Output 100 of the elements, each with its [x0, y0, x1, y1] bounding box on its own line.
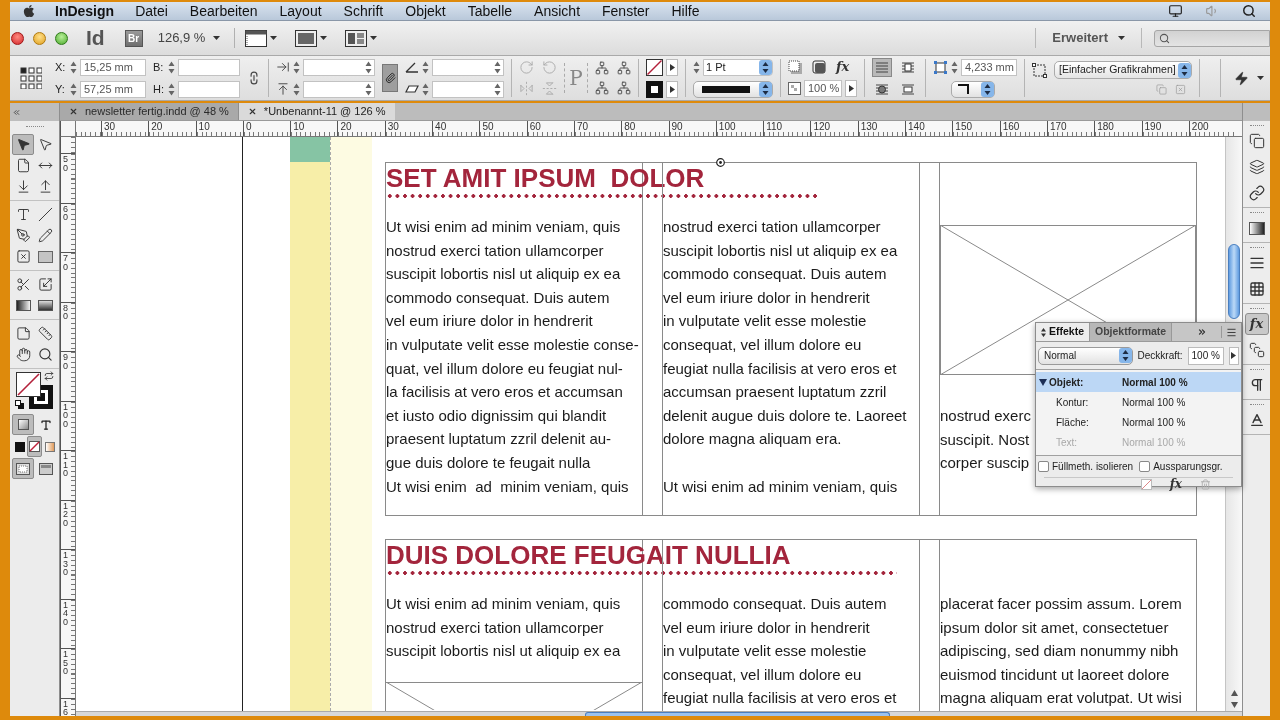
- shaded-square-icon[interactable]: [812, 59, 827, 75]
- stroke-weight-field[interactable]: 1 Pt: [703, 58, 773, 76]
- hierarchy-icon[interactable]: [617, 81, 631, 95]
- panel-tab[interactable]: Effekte: [1036, 323, 1089, 341]
- object-style-dropdown[interactable]: [Einfacher Grafikrahmen]: [1054, 61, 1192, 79]
- effect-row[interactable]: Kontur: Normal 100 %: [1036, 392, 1241, 412]
- hierarchy-icon[interactable]: [595, 61, 609, 75]
- spinner-arrows-icon[interactable]: [293, 82, 300, 96]
- width-field[interactable]: [178, 58, 240, 76]
- spinner-arrows-icon[interactable]: [168, 60, 175, 74]
- menu-item[interactable]: Ansicht: [534, 0, 581, 22]
- scale-x-field[interactable]: [303, 58, 375, 76]
- panel-button[interactable]: fx: [1244, 313, 1269, 335]
- arrange-documents-button[interactable]: [345, 29, 378, 47]
- lightning-icon[interactable]: [1234, 69, 1249, 87]
- reference-point-icon[interactable]: [20, 67, 42, 89]
- constrain-scale-button[interactable]: [382, 64, 398, 92]
- opacity-field[interactable]: 100 %: [804, 79, 842, 97]
- shear-field[interactable]: [432, 80, 504, 98]
- menu-item[interactable]: Bearbeiten: [189, 0, 258, 22]
- hierarchy-icon[interactable]: [617, 61, 631, 75]
- spinner-arrows-icon[interactable]: [293, 60, 300, 74]
- spinner-arrows-icon[interactable]: [422, 60, 429, 74]
- spinner-arrows-icon[interactable]: [494, 60, 501, 74]
- search-icon[interactable]: [1242, 4, 1256, 18]
- screen-mode-button[interactable]: [295, 29, 328, 47]
- apple-icon[interactable]: [22, 4, 36, 18]
- menu-item[interactable]: Layout: [279, 0, 322, 22]
- spinner-arrows-icon[interactable]: [951, 60, 958, 74]
- document-tab[interactable]: newsletter fertig.indd @ 48 %: [60, 103, 239, 120]
- panel-tab[interactable]: Objektformate: [1089, 323, 1173, 341]
- search-field[interactable]: [1154, 29, 1270, 47]
- spinner-arrows-icon[interactable]: [70, 82, 77, 96]
- rotation-field[interactable]: [432, 58, 504, 76]
- effect-row[interactable]: Fläche: Normal 100 %: [1036, 412, 1241, 432]
- spinner-arrows-icon[interactable]: [168, 82, 175, 96]
- slashed-square-icon[interactable]: [1140, 479, 1152, 490]
- corner-shape-dropdown[interactable]: [951, 80, 995, 98]
- add-effect-button[interactable]: fx: [1169, 478, 1182, 491]
- display-icon[interactable]: [1168, 4, 1183, 18]
- opacity-menu-button[interactable]: [845, 79, 857, 97]
- spinner-arrows-icon[interactable]: [365, 82, 372, 96]
- chain-link-icon[interactable]: [247, 71, 261, 85]
- swap-arrows-icon[interactable]: [43, 371, 54, 381]
- corner-size-field[interactable]: 4,233 mm: [961, 58, 1017, 76]
- x-field[interactable]: 15,25 mm: [80, 58, 146, 76]
- expanded-triangle-icon[interactable]: [1038, 378, 1047, 386]
- spinner-arrows-icon[interactable]: [365, 60, 372, 74]
- opacity-field[interactable]: 100 %: [1187, 346, 1224, 365]
- scroll-up-icon[interactable]: [1230, 690, 1238, 696]
- spinner-arrows-icon[interactable]: [422, 82, 429, 96]
- zoom-window-button[interactable]: [55, 31, 68, 45]
- tool-button[interactable]: [12, 134, 35, 155]
- close-window-button[interactable]: [11, 31, 24, 45]
- fill-swatch-icon[interactable]: [15, 372, 41, 397]
- scroll-thumb[interactable]: [1228, 244, 1240, 319]
- fill-menu-button[interactable]: [666, 58, 678, 76]
- opacity-menu-button[interactable]: [1228, 346, 1239, 365]
- tool-button[interactable]: [27, 436, 42, 457]
- stroke-swatch-icon[interactable]: [646, 80, 663, 98]
- tool-button[interactable]: [12, 458, 35, 479]
- menu-item[interactable]: Hilfe: [671, 0, 700, 22]
- drop-shadow-icon[interactable]: [788, 59, 803, 75]
- menu-item[interactable]: Datei: [135, 0, 168, 22]
- close-icon[interactable]: [247, 107, 257, 116]
- document-tab[interactable]: *Unbenannt-11 @ 126 %: [238, 103, 395, 120]
- stroke-type-dropdown[interactable]: [693, 80, 773, 98]
- zoom-dropdown[interactable]: 126,9 %: [157, 28, 221, 48]
- scroll-thumb[interactable]: [585, 712, 890, 716]
- scroll-down-icon[interactable]: [1230, 702, 1238, 708]
- workspace-dropdown[interactable]: Erweitert: [1052, 28, 1125, 48]
- effects-button[interactable]: fx: [836, 60, 850, 74]
- close-icon[interactable]: [69, 107, 78, 116]
- hierarchy-icon[interactable]: [595, 81, 609, 95]
- option-checkbox[interactable]: [1038, 461, 1049, 472]
- trash-icon[interactable]: [1200, 479, 1211, 490]
- stroke-menu-button[interactable]: [666, 80, 678, 98]
- effect-row[interactable]: Objekt: Normal 100 %: [1036, 372, 1241, 392]
- y-field[interactable]: 57,25 mm: [80, 80, 146, 98]
- spinner-arrows-icon[interactable]: [494, 82, 501, 96]
- scale-y-field[interactable]: [303, 80, 375, 98]
- menu-item[interactable]: Tabelle: [467, 0, 513, 22]
- double-chevron-icon[interactable]: [12, 107, 21, 117]
- text-wrap-button[interactable]: [872, 57, 892, 77]
- none-swatch-icon[interactable]: [646, 58, 663, 76]
- minimize-window-button[interactable]: [33, 31, 46, 45]
- option-checkbox[interactable]: [1139, 461, 1151, 472]
- blend-mode-dropdown[interactable]: Normal: [1038, 346, 1133, 365]
- small-squares-icon[interactable]: [14, 400, 24, 409]
- spinner-arrows-icon[interactable]: [693, 60, 700, 74]
- horizontal-scrollbar[interactable]: [76, 711, 1242, 716]
- tool-button[interactable]: [12, 414, 35, 435]
- menu-item[interactable]: Objekt: [405, 0, 446, 22]
- view-options-button[interactable]: [245, 29, 278, 47]
- height-field[interactable]: [178, 80, 240, 98]
- ring-dot-icon[interactable]: [716, 158, 725, 167]
- spinner-arrows-icon[interactable]: [70, 60, 77, 74]
- double-chevron-icon[interactable]: [1197, 327, 1207, 337]
- panel-menu-icon[interactable]: [1226, 326, 1237, 338]
- bridge-button[interactable]: Br: [124, 29, 143, 47]
